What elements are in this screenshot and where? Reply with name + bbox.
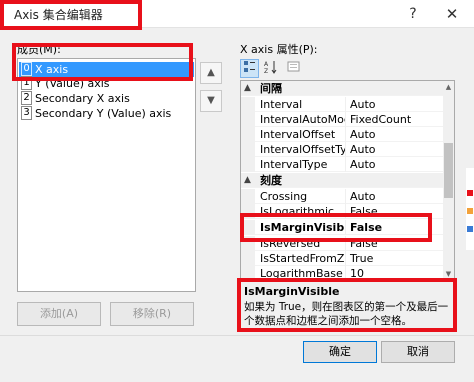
scrollbar-thumb[interactable]	[444, 143, 453, 198]
collapse-icon[interactable]: ▲	[244, 173, 251, 188]
property-row[interactable]: Interval Auto	[241, 97, 445, 112]
property-name: IntervalOffset	[260, 128, 336, 141]
property-name: IntervalOffsetTyp	[260, 143, 346, 156]
footer-separator	[0, 335, 474, 336]
category-row[interactable]: ▲ 刻度	[241, 173, 445, 188]
property-row[interactable]: IsStartedFromZer True	[241, 251, 445, 266]
property-row[interactable]: IntervalType Auto	[241, 157, 445, 172]
property-row[interactable]: IntervalOffset Auto	[241, 127, 445, 142]
property-value[interactable]: Auto	[345, 127, 445, 142]
arrow-up-icon: ▲	[207, 67, 215, 78]
highlight-box-title	[0, 0, 142, 30]
add-button[interactable]: 添加(A)	[17, 302, 101, 326]
property-value[interactable]: True	[345, 251, 445, 266]
move-down-button[interactable]: ▼	[200, 90, 222, 112]
property-row[interactable]: IntervalOffsetTyp Auto	[241, 142, 445, 157]
category-name: 刻度	[260, 174, 282, 187]
collapse-icon[interactable]: ▲	[244, 81, 251, 96]
property-value[interactable]: Auto	[345, 142, 445, 157]
edge-marker	[467, 208, 473, 214]
property-name: IntervalType	[260, 158, 328, 171]
property-toolbar: AZ	[240, 59, 460, 79]
property-name: IntervalAutoMod	[260, 113, 346, 126]
property-grid[interactable]: ▲ 间隔 Interval Auto IntervalAutoMod Fixed…	[240, 80, 455, 281]
svg-text:Z: Z	[264, 68, 268, 74]
highlight-box-members	[12, 43, 193, 81]
property-row[interactable]: Crossing Auto	[241, 189, 445, 204]
edge-marker	[467, 226, 473, 232]
ok-button[interactable]: 确定	[303, 341, 377, 363]
list-item[interactable]: 2 Secondary X axis	[19, 91, 194, 106]
edge-marker	[467, 190, 473, 196]
property-name: Crossing	[260, 190, 308, 203]
highlight-box-property	[240, 213, 432, 242]
categorized-icon[interactable]	[240, 59, 259, 78]
property-value[interactable]: Auto	[345, 97, 445, 112]
property-name: IsStartedFromZer	[260, 252, 346, 265]
scroll-up-icon[interactable]: ▲	[443, 81, 454, 93]
help-icon[interactable]: ?	[401, 4, 425, 24]
item-index: 3	[21, 106, 32, 120]
properties-label: X axis 属性(P):	[240, 43, 318, 56]
close-icon[interactable]: ✕	[430, 0, 474, 28]
item-name: Secondary X axis	[35, 92, 130, 105]
background-window-edge	[466, 168, 474, 250]
arrow-down-icon: ▼	[207, 95, 215, 106]
property-value[interactable]: FixedCount	[345, 112, 445, 127]
item-name: Secondary Y (Value) axis	[35, 107, 172, 120]
item-index: 2	[21, 91, 32, 105]
property-row[interactable]: IntervalAutoMod FixedCount	[241, 112, 445, 127]
cancel-button[interactable]: 取消	[381, 341, 455, 363]
category-row[interactable]: ▲ 间隔	[241, 81, 445, 96]
list-item[interactable]: 3 Secondary Y (Value) axis	[19, 106, 194, 121]
alphabetical-icon[interactable]: AZ	[261, 59, 280, 78]
property-value[interactable]: Auto	[345, 189, 445, 204]
svg-text:A: A	[264, 61, 269, 68]
property-pages-icon[interactable]	[284, 59, 303, 78]
remove-button[interactable]: 移除(R)	[110, 302, 194, 326]
members-list[interactable]: 0 X axis 1 Y (Value) axis 2 Secondary X …	[17, 58, 196, 292]
category-name: 间隔	[260, 82, 282, 95]
highlight-box-description	[237, 278, 457, 332]
move-up-button[interactable]: ▲	[200, 62, 222, 84]
property-value[interactable]: Auto	[345, 157, 445, 172]
property-name: Interval	[260, 98, 303, 111]
